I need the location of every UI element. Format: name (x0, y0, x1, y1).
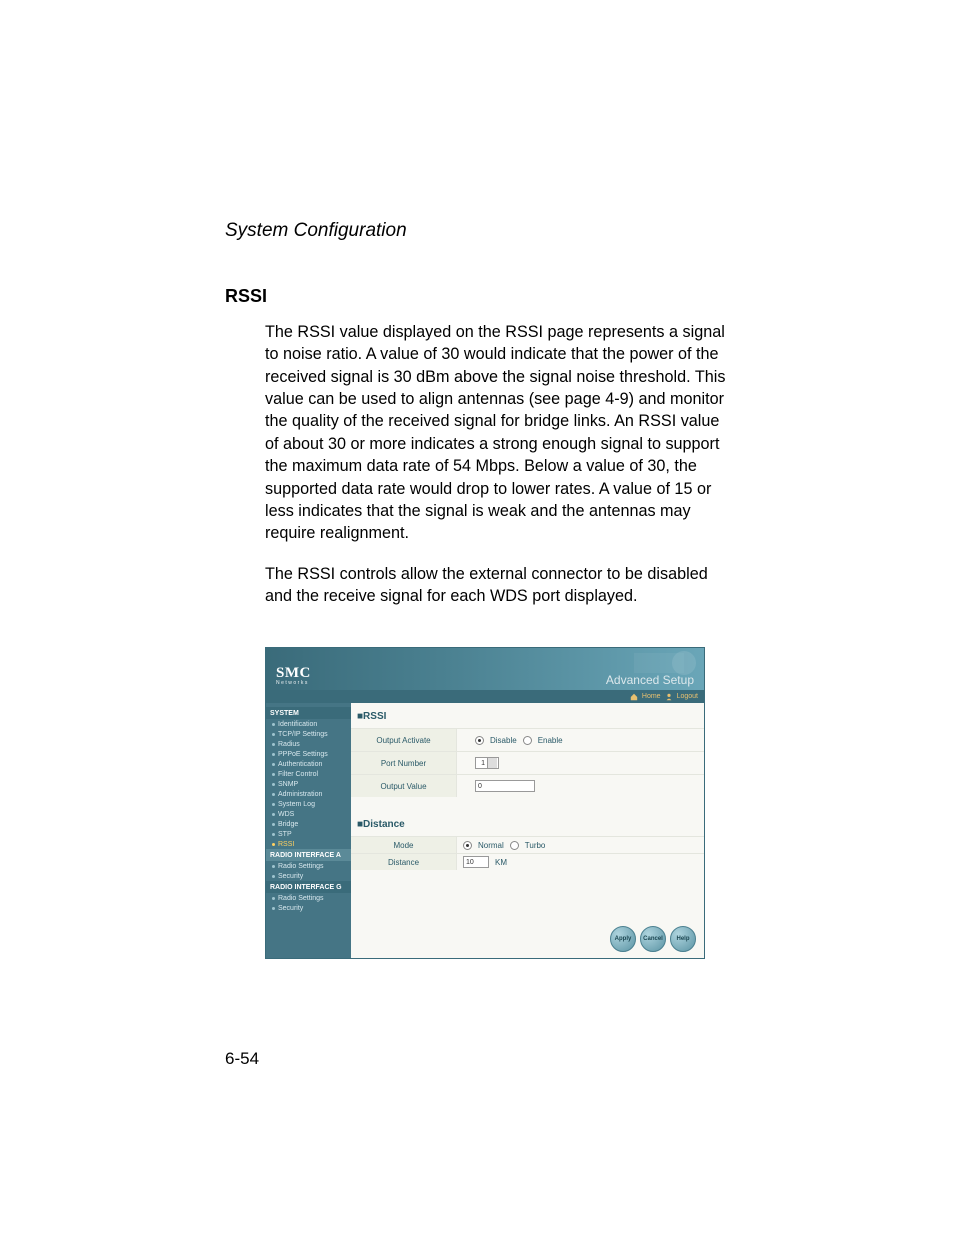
tab-bar: Home Logout (266, 690, 704, 703)
sidebar-item-filter-control[interactable]: Filter Control (266, 769, 351, 779)
embedded-screenshot: SMC Networks Advanced Setup Home Logout (265, 647, 705, 959)
sidebar: SYSTEM Identification TCP/IP Settings Ra… (266, 703, 351, 958)
row-port-number: Port Number 1 (351, 751, 704, 774)
select-port-number[interactable]: 1 (475, 757, 499, 769)
label-port-number: Port Number (351, 752, 457, 774)
label-mode: Mode (351, 837, 457, 853)
panel-title-rssi: ■RSSI (351, 703, 704, 728)
sidebar-item-wds[interactable]: WDS (266, 809, 351, 819)
row-mode: Mode Normal Turbo (351, 836, 704, 853)
action-buttons: Apply Cancel Help (610, 926, 696, 952)
home-icon[interactable] (630, 693, 638, 701)
logo-subtext: Networks (276, 681, 311, 686)
logo: SMC Networks (266, 660, 319, 690)
sidebar-item-authentication[interactable]: Authentication (266, 759, 351, 769)
sidebar-item-radio-a-security[interactable]: Security (266, 871, 351, 881)
label-distance: Distance (351, 854, 457, 870)
sidebar-item-radius[interactable]: Radius (266, 739, 351, 749)
sidebar-item-snmp[interactable]: SNMP (266, 779, 351, 789)
tab-logout[interactable]: Logout (677, 693, 698, 700)
sidebar-item-identification[interactable]: Identification (266, 719, 351, 729)
radio-disable-label: Disable (490, 736, 517, 745)
apply-button[interactable]: Apply (610, 926, 636, 952)
input-distance[interactable]: 10 (463, 856, 489, 868)
sidebar-item-system-log[interactable]: System Log (266, 799, 351, 809)
help-button[interactable]: Help (670, 926, 696, 952)
input-output-value[interactable]: 0 (475, 780, 535, 792)
body-paragraph-1: The RSSI value displayed on the RSSI pag… (265, 321, 729, 545)
page-heading: RSSI (225, 286, 729, 307)
radio-normal-label: Normal (478, 841, 504, 850)
body-paragraph-2: The RSSI controls allow the external con… (265, 563, 729, 608)
row-distance: Distance 10 KM (351, 853, 704, 870)
decorative-graphic (624, 648, 704, 678)
logout-icon[interactable] (665, 693, 673, 701)
app-topbar: SMC Networks Advanced Setup (266, 648, 704, 690)
page-number: 6-54 (225, 1049, 729, 1069)
row-output-activate: Output Activate Disable Enable (351, 728, 704, 751)
logo-text: SMC (276, 666, 311, 681)
sidebar-item-administration[interactable]: Administration (266, 789, 351, 799)
sidebar-item-radio-a-settings[interactable]: Radio Settings (266, 861, 351, 871)
sidebar-group-radio-a: RADIO INTERFACE A (266, 849, 351, 861)
label-output-activate: Output Activate (351, 729, 457, 751)
sidebar-item-radio-g-settings[interactable]: Radio Settings (266, 893, 351, 903)
sidebar-item-rssi[interactable]: RSSI (266, 839, 351, 849)
sidebar-group-system: SYSTEM (266, 707, 351, 719)
sidebar-item-stp[interactable]: STP (266, 829, 351, 839)
cancel-button[interactable]: Cancel (640, 926, 666, 952)
label-output-value: Output Value (351, 775, 457, 797)
row-output-value: Output Value 0 (351, 774, 704, 797)
content-pane: ■RSSI Output Activate Disable Enable Por… (351, 703, 704, 958)
radio-normal[interactable] (463, 841, 472, 850)
sidebar-group-radio-g: RADIO INTERFACE G (266, 881, 351, 893)
tab-home[interactable]: Home (642, 693, 661, 700)
sidebar-item-bridge[interactable]: Bridge (266, 819, 351, 829)
section-header: System Configuration (225, 220, 729, 242)
distance-unit: KM (495, 858, 507, 867)
radio-enable[interactable] (523, 736, 532, 745)
radio-turbo[interactable] (510, 841, 519, 850)
sidebar-item-radio-g-security[interactable]: Security (266, 903, 351, 913)
sidebar-item-pppoe[interactable]: PPPoE Settings (266, 749, 351, 759)
sidebar-item-tcpip[interactable]: TCP/IP Settings (266, 729, 351, 739)
radio-enable-label: Enable (538, 736, 563, 745)
panel-title-distance: ■Distance (351, 811, 704, 836)
radio-disable[interactable] (475, 736, 484, 745)
radio-turbo-label: Turbo (525, 841, 546, 850)
